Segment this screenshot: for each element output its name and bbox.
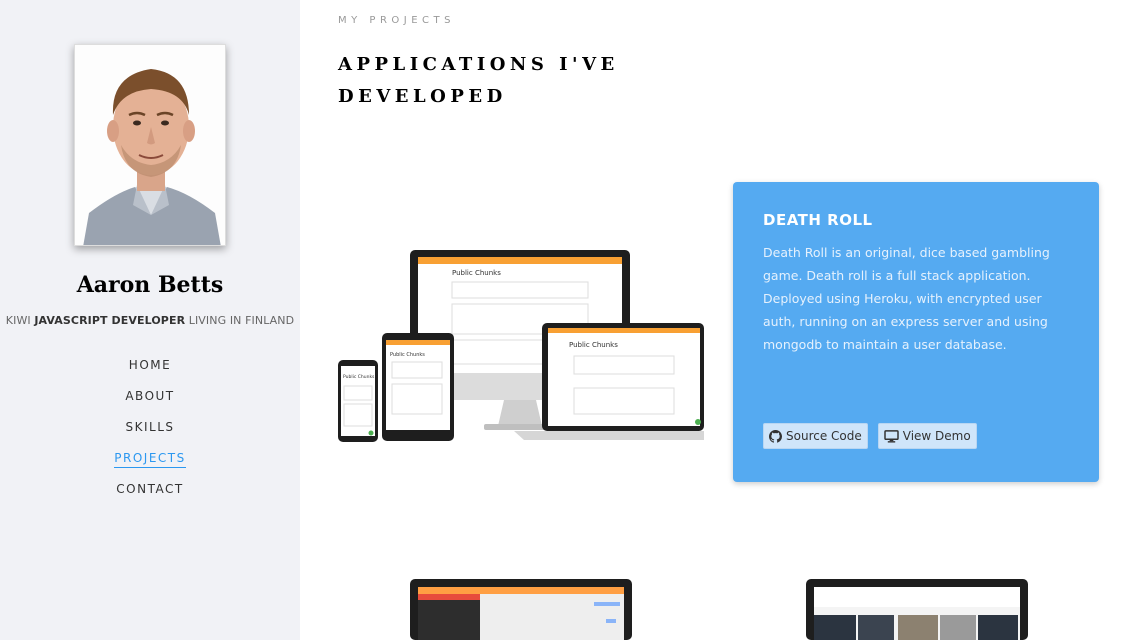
tagline-suffix: LIVING IN FINLAND [185, 314, 295, 327]
nav-item-about[interactable]: ABOUT [0, 389, 300, 420]
mockup-app-title-tablet: Public Chunks [390, 352, 425, 358]
nav-label: SKILLS [125, 420, 175, 434]
view-demo-label: View Demo [902, 429, 971, 443]
mockup-app-title-laptop: Public Chunks [569, 341, 618, 349]
tagline-role: JAVASCRIPT DEVELOPER [34, 314, 186, 327]
source-code-label: Source Code [786, 429, 862, 443]
profile-tagline: KIWI JAVASCRIPT DEVELOPER LIVING IN FINL… [0, 314, 300, 327]
project-actions: Source Code View Demo [763, 423, 977, 449]
project-description: Death Roll is an original, dice based ga… [763, 245, 1050, 352]
next-project-mockup-image [410, 579, 632, 644]
mockup-app-title: Public Chunks [452, 269, 501, 277]
tagline-prefix: KIWI [5, 314, 35, 327]
view-demo-button[interactable]: View Demo [877, 423, 977, 449]
nav-label: CONTACT [116, 482, 184, 496]
nav-label: HOME [128, 358, 172, 372]
nav-label: ABOUT [125, 389, 175, 403]
project-mockup-image: Public Chunks Public Chunks Public Chunk… [338, 248, 704, 452]
third-project-mockup-image [806, 579, 1028, 644]
section-heading: APPLICATIONS I'VE DEVELOPED [338, 54, 619, 107]
mockup-app-title-phone: Public Chunks [343, 374, 375, 380]
projects-section: MY PROJECTS APPLICATIONS I'VE DEVELOPED … [300, 0, 1136, 640]
source-code-button[interactable]: Source Code [763, 423, 868, 449]
nav-label: PROJECTS [114, 451, 186, 468]
section-kicker: MY PROJECTS [338, 15, 455, 26]
monitor-icon [884, 429, 899, 443]
project-title: DEATH ROLL [763, 211, 873, 229]
github-icon [769, 429, 782, 443]
nav-item-projects[interactable]: PROJECTS [0, 451, 300, 482]
nav-item-home[interactable]: HOME [0, 358, 300, 389]
sidebar: Aaron Betts KIWI JAVASCRIPT DEVELOPER LI… [0, 0, 300, 640]
project-card: DEATH ROLL Death Roll is an original, di… [733, 182, 1099, 482]
nav-item-skills[interactable]: SKILLS [0, 420, 300, 451]
main-nav: HOME ABOUT SKILLS PROJECTS CONTACT [0, 358, 300, 513]
profile-name: Aaron Betts [76, 272, 224, 298]
nav-item-contact[interactable]: CONTACT [0, 482, 300, 513]
profile-photo [74, 44, 226, 246]
